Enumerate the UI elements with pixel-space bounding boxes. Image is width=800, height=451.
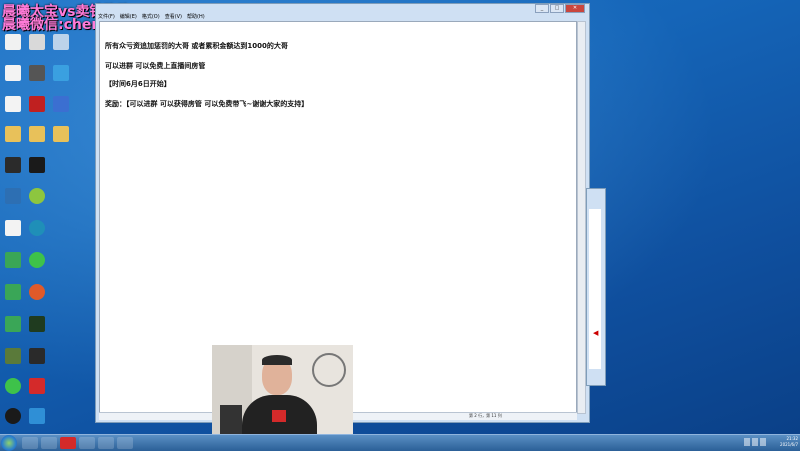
desktop-icon[interactable] xyxy=(2,96,24,112)
desktop-icon[interactable] xyxy=(2,316,24,332)
clock-date: 2021/6/7 xyxy=(780,442,798,447)
desktop-icon[interactable] xyxy=(2,348,24,364)
desktop-icon[interactable] xyxy=(2,188,24,204)
taskbar-clock[interactable]: 21:32 2021/6/7 xyxy=(780,436,798,448)
360-icon[interactable] xyxy=(60,437,76,449)
desktop-icon[interactable] xyxy=(26,378,48,394)
desktop-icon[interactable] xyxy=(2,378,24,394)
vertical-scrollbar[interactable] xyxy=(577,21,586,414)
chrome-icon[interactable] xyxy=(22,437,38,449)
system-tray xyxy=(744,438,766,446)
cursor-position: 第 2 行，第 11 列 xyxy=(469,413,502,418)
desktop-icon[interactable] xyxy=(26,34,48,50)
desktop-icon[interactable] xyxy=(26,408,48,424)
menu-help[interactable]: 帮助(H) xyxy=(187,13,205,20)
folder-icon[interactable] xyxy=(50,126,72,142)
game-icon[interactable] xyxy=(98,437,114,449)
desktop-icon[interactable] xyxy=(2,157,24,173)
desktop-icon[interactable] xyxy=(2,284,24,300)
speaker-icon[interactable]: ◀ xyxy=(593,329,601,337)
menu-file[interactable]: 文件(F) xyxy=(98,13,115,20)
shirt-logo xyxy=(272,410,286,422)
desktop-icon[interactable] xyxy=(2,65,24,81)
desktop-icon[interactable] xyxy=(2,220,24,236)
minimize-button[interactable]: _ xyxy=(535,4,549,13)
menu-edit[interactable]: 编辑(E) xyxy=(120,13,137,20)
desktop-icon[interactable] xyxy=(2,252,24,268)
network-icon[interactable] xyxy=(752,438,758,446)
text-line: 所有众亏资追加惩罚的大哥 或者累积金额达到1000的大哥 xyxy=(105,42,288,50)
desktop-icon[interactable] xyxy=(26,157,48,173)
text-line: 【时间6月6日开始】 xyxy=(105,80,171,88)
windows-start-icon[interactable] xyxy=(1,435,17,451)
folder-icon[interactable] xyxy=(26,126,48,142)
taskbar: 21:32 2021/6/7 xyxy=(0,434,800,451)
text-line: 可以进群 可以免费上直播间房管 xyxy=(105,62,206,70)
obs-icon[interactable] xyxy=(41,437,57,449)
desktop-icon[interactable] xyxy=(26,284,48,300)
text-line: 奖励：【可以进群 可以获得房管 可以免费带飞~谢谢大家的支持】 xyxy=(105,100,309,108)
desktop-icon[interactable] xyxy=(2,34,24,50)
background-window[interactable]: ◀ xyxy=(586,188,606,386)
window-content xyxy=(589,209,601,369)
desktop-icon[interactable] xyxy=(26,220,48,236)
menu-bar: 文件(F) 编辑(E) 格式(O) 查看(V) 帮助(H) xyxy=(98,13,205,20)
close-button[interactable]: ✕ xyxy=(565,4,585,13)
desktop-icon[interactable] xyxy=(26,188,48,204)
wechat-icon[interactable] xyxy=(26,252,48,268)
desktop-icon[interactable] xyxy=(26,348,48,364)
folder-icon[interactable] xyxy=(2,126,24,142)
menu-format[interactable]: 格式(O) xyxy=(142,13,160,20)
desktop-icon[interactable] xyxy=(26,316,48,332)
flag-icon[interactable] xyxy=(760,438,766,446)
recycle-bin-icon[interactable] xyxy=(50,34,72,50)
folder-icon[interactable] xyxy=(117,437,133,449)
maximize-button[interactable]: □ xyxy=(550,4,564,13)
desktop-icon[interactable] xyxy=(50,65,72,81)
fan xyxy=(312,353,346,387)
desktop-icon[interactable] xyxy=(26,96,48,112)
window-controls: _ □ ✕ xyxy=(534,4,585,13)
desktop-icon[interactable] xyxy=(26,65,48,81)
menu-view[interactable]: 查看(V) xyxy=(165,13,182,20)
speaker-icon[interactable] xyxy=(744,438,750,446)
desktop-icon[interactable] xyxy=(2,408,24,424)
streamer-hair xyxy=(262,355,292,365)
desktop-icon[interactable] xyxy=(50,96,72,112)
window-titlebar[interactable] xyxy=(96,4,589,13)
discord-icon[interactable] xyxy=(79,437,95,449)
